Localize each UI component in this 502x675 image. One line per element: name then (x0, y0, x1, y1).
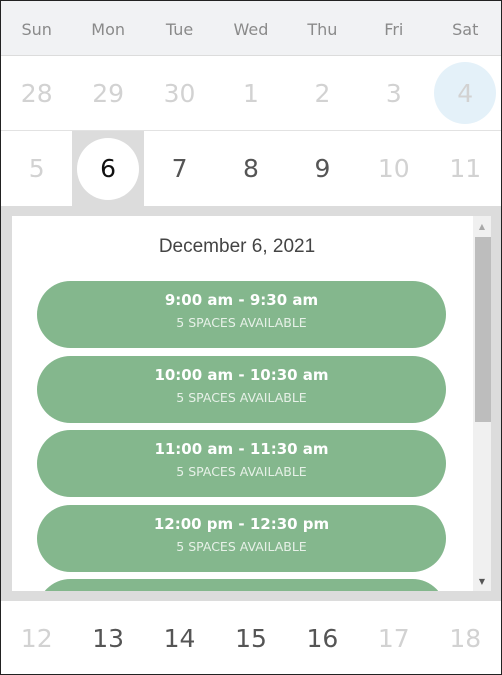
slot-availability: 5 SPACES AVAILABLE (176, 390, 307, 405)
calendar-day-unavailable: 2 (287, 56, 358, 130)
day-number: 28 (20, 78, 53, 108)
slot-time: 9:00 am - 9:30 am (164, 291, 319, 309)
day-number: 15 (235, 624, 267, 653)
calendar-day-available[interactable]: 16 (287, 601, 358, 674)
scrollbar-thumb[interactable] (475, 237, 491, 422)
calendar-day-available[interactable]: 7 (144, 131, 215, 206)
calendar-day-available[interactable]: 15 (215, 601, 286, 674)
time-slot-button[interactable]: 9:00 am - 9:30 am 5 SPACES AVAILABLE (37, 281, 446, 348)
time-slot-button[interactable]: 11:00 am - 11:30 am 5 SPACES AVAILABLE (37, 430, 446, 497)
time-slot-button[interactable]: 10:00 am - 10:30 am 5 SPACES AVAILABLE (37, 356, 446, 423)
calendar-week-row: 28 29 30 1 2 3 4 (1, 56, 501, 131)
day-number: 30 (163, 78, 196, 108)
day-number: 3 (385, 78, 402, 108)
slot-time: 11:00 am - 11:30 am (154, 440, 329, 458)
calendar-week-row: 12 13 14 15 16 17 18 (1, 601, 501, 674)
calendar-day-unavailable: 10 (358, 131, 429, 206)
weekday-tue: Tue (165, 19, 194, 39)
day-number: 9 (314, 154, 331, 183)
calendar-day-unavailable: 5 (1, 131, 72, 206)
calendar-day-selected[interactable]: 6 (72, 131, 144, 206)
calendar-day-outside: 30 (144, 56, 215, 130)
time-slots-panel: December 6, 2021 9:00 am - 9:30 am 5 SPA… (1, 206, 501, 601)
calendar-day-unavailable: 12 (1, 601, 72, 674)
time-slot-button[interactable] (37, 579, 446, 591)
day-number: 10 (377, 154, 410, 183)
day-number: 11 (449, 154, 482, 183)
calendar-day-available[interactable]: 9 (287, 131, 358, 206)
day-number: 29 (92, 78, 125, 108)
day-number: 1 (243, 78, 259, 108)
day-number: 12 (20, 624, 53, 653)
day-number: 4 (457, 78, 474, 108)
vertical-scrollbar[interactable]: ▲ ▼ (473, 216, 491, 591)
calendar-day-unavailable: 18 (430, 601, 501, 674)
day-number: 14 (163, 624, 196, 653)
calendar-day-unavailable: 11 (430, 131, 501, 206)
weekday-sun: Sun (21, 19, 52, 39)
weekday-fri: Fri (384, 19, 404, 39)
slot-availability: 5 SPACES AVAILABLE (176, 464, 307, 479)
time-slots-scroll-area[interactable]: December 6, 2021 9:00 am - 9:30 am 5 SPA… (12, 216, 491, 591)
weekday-header: Sun Mon Tue Wed Thu Fri Sat (1, 1, 501, 56)
scroll-up-arrow-icon[interactable]: ▲ (473, 218, 491, 234)
day-number: 6 (100, 154, 117, 183)
calendar-day-available[interactable]: 8 (215, 131, 286, 206)
time-slot-button[interactable]: 12:00 pm - 12:30 pm 5 SPACES AVAILABLE (37, 505, 446, 572)
selected-date-title: December 6, 2021 (158, 236, 316, 257)
calendar-day-outside: 28 (1, 56, 72, 130)
day-number: 7 (171, 154, 188, 183)
slot-availability: 5 SPACES AVAILABLE (176, 315, 307, 330)
day-number: 8 (243, 154, 259, 183)
day-number: 16 (306, 624, 339, 653)
slot-availability: 5 SPACES AVAILABLE (176, 539, 307, 554)
calendar-week-row: 5 6 7 8 9 10 11 (1, 131, 501, 206)
calendar-day-unavailable: 3 (358, 56, 429, 130)
calendar-day-unavailable: 1 (215, 56, 286, 130)
weekday-mon: Mon (91, 19, 125, 39)
calendar-day-available[interactable]: 13 (72, 601, 143, 674)
calendar-day-today: 4 (430, 56, 501, 130)
calendar-day-outside: 29 (72, 56, 143, 130)
scroll-down-arrow-icon[interactable]: ▼ (473, 573, 491, 589)
weekday-sat: Sat (452, 19, 479, 39)
day-number: 2 (314, 78, 331, 108)
day-number: 5 (28, 154, 45, 183)
calendar-day-unavailable: 17 (358, 601, 429, 674)
day-number: 18 (449, 624, 482, 653)
day-number: 17 (377, 624, 410, 653)
booking-calendar: Sun Mon Tue Wed Thu Fri Sat 28 29 30 1 2… (0, 0, 502, 675)
slot-time: 12:00 pm - 12:30 pm (153, 515, 330, 533)
slot-time: 10:00 am - 10:30 am (154, 366, 329, 384)
weekday-wed: Wed (233, 19, 269, 39)
calendar-day-available[interactable]: 14 (144, 601, 215, 674)
day-number: 13 (92, 624, 125, 653)
weekday-thu: Thu (307, 19, 338, 39)
